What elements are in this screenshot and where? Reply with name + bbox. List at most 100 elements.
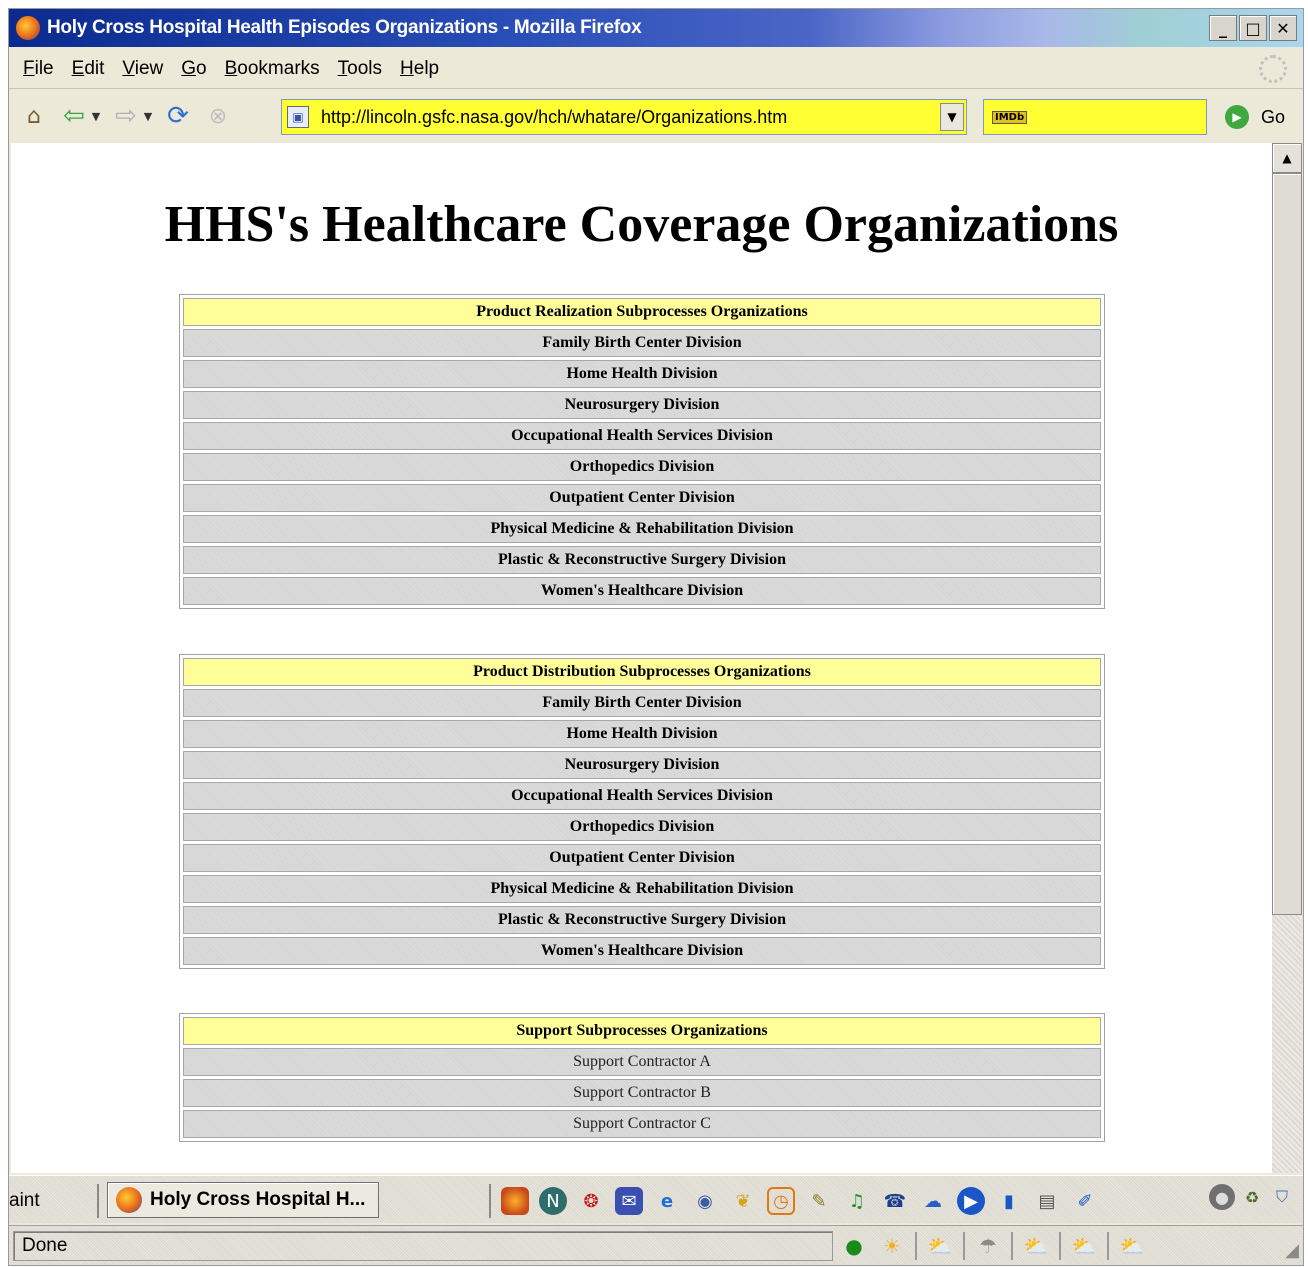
partly-cloudy-weather-icon[interactable]: ⛅ bbox=[1069, 1232, 1099, 1260]
status-bar: Done ● ☀ ⛅ ☂ ⛅ ⛅ ⛅ ◢ bbox=[9, 1225, 1303, 1265]
table-row[interactable]: Neurosurgery Division bbox=[183, 391, 1101, 419]
scroll-thumb[interactable] bbox=[1272, 173, 1302, 915]
forward-icon[interactable]: ⇨ bbox=[111, 101, 141, 131]
table-row[interactable]: Physical Medicine & Rehabilitation Divis… bbox=[183, 875, 1101, 903]
table-header: Support Subprocesses Organizations bbox=[183, 1017, 1101, 1045]
taskbar-button-label: Holy Cross Hospital H... bbox=[150, 1189, 366, 1210]
search-engine-icon[interactable]: IMDb bbox=[992, 110, 1028, 124]
taskbar-firefox-button[interactable]: Holy Cross Hospital H... bbox=[107, 1182, 379, 1218]
navigation-toolbar: ⌂ ⇦ ▼ ⇨ ▼ ⟳ ⊗ ▣ http://lincoln.gsfc.nasa… bbox=[9, 91, 1303, 141]
network-icon[interactable]: ♻ bbox=[1239, 1184, 1265, 1210]
go-button[interactable]: ▶ Go bbox=[1225, 99, 1285, 135]
menu-bookmarks[interactable]: Bookmarks bbox=[225, 58, 320, 80]
partly-cloudy-weather-icon[interactable]: ⛅ bbox=[1021, 1232, 1051, 1260]
product-realization-table: Product Realization Subprocesses Organiz… bbox=[179, 294, 1105, 609]
media-player-icon[interactable]: ▶ bbox=[957, 1187, 985, 1215]
menu-edit[interactable]: Edit bbox=[72, 58, 105, 80]
window-controls: _ □ ✕ bbox=[1209, 15, 1297, 41]
url-text[interactable]: http://lincoln.gsfc.nasa.gov/hch/whatare… bbox=[321, 107, 787, 128]
maximize-button[interactable]: □ bbox=[1239, 15, 1267, 41]
stop-icon[interactable]: ⊗ bbox=[203, 101, 233, 131]
partly-cloudy-weather-icon[interactable]: ⛅ bbox=[1117, 1232, 1147, 1260]
scroll-up-icon[interactable]: ▲ bbox=[1272, 143, 1302, 173]
firefox-icon bbox=[15, 15, 41, 41]
firefox-icon[interactable] bbox=[501, 1187, 529, 1215]
ie-icon[interactable]: e bbox=[653, 1187, 681, 1215]
table-row[interactable]: Physical Medicine & Rehabilitation Divis… bbox=[183, 515, 1101, 543]
table-row[interactable]: Plastic & Reconstructive Surgery Divisio… bbox=[183, 546, 1101, 574]
battery-icon[interactable]: ▮ bbox=[995, 1187, 1023, 1215]
taskbar: aint Holy Cross Hospital H... N ❂ ✉ e ◉ … bbox=[9, 1175, 1303, 1223]
go-icon: ▶ bbox=[1225, 105, 1249, 129]
reload-icon[interactable]: ⟳ bbox=[163, 101, 193, 131]
taskbar-previous-item[interactable]: aint bbox=[9, 1184, 99, 1218]
home-icon[interactable]: ⌂ bbox=[19, 101, 49, 131]
sun-weather-icon[interactable]: ☀ bbox=[877, 1232, 907, 1260]
vertical-scrollbar[interactable]: ▲ bbox=[1272, 143, 1302, 1173]
forward-dropdown-icon[interactable]: ▼ bbox=[141, 110, 155, 123]
quick-launch: N ❂ ✉ e ◉ ❦ ◷ ✎ ♫ ☎ ☁ ▶ ▮ ▤ ✐ bbox=[489, 1184, 1099, 1218]
online-status-icon[interactable]: ● bbox=[839, 1232, 869, 1260]
minimize-button[interactable]: _ bbox=[1209, 15, 1237, 41]
throbber-icon bbox=[1259, 55, 1287, 83]
table-row: Support Contractor B bbox=[183, 1079, 1101, 1107]
edit-icon[interactable]: ✐ bbox=[1071, 1187, 1099, 1215]
partly-cloudy-weather-icon[interactable]: ⛅ bbox=[925, 1232, 955, 1260]
status-icons: ● ☀ ⛅ ☂ ⛅ ⛅ ⛅ bbox=[839, 1231, 1147, 1261]
product-distribution-table: Product Distribution Subprocesses Organi… bbox=[179, 654, 1105, 969]
menu-go[interactable]: Go bbox=[181, 58, 206, 80]
close-button[interactable]: ✕ bbox=[1269, 15, 1297, 41]
support-table: Support Subprocesses Organizations Suppo… bbox=[179, 1013, 1105, 1142]
table-row[interactable]: Outpatient Center Division bbox=[183, 484, 1101, 512]
table-row[interactable]: Women's Healthcare Division bbox=[183, 577, 1101, 605]
title-bar[interactable]: Holy Cross Hospital Health Episodes Orga… bbox=[9, 9, 1303, 47]
back-icon[interactable]: ⇦ bbox=[59, 101, 89, 131]
table-row[interactable]: Neurosurgery Division bbox=[183, 751, 1101, 779]
table-row[interactable]: Outpatient Center Division bbox=[183, 844, 1101, 872]
table-row[interactable]: Home Health Division bbox=[183, 360, 1101, 388]
status-text: Done bbox=[13, 1231, 833, 1261]
mail-icon[interactable]: ✉ bbox=[615, 1187, 643, 1215]
phone-icon[interactable]: ☎ bbox=[881, 1187, 909, 1215]
back-dropdown-icon[interactable]: ▼ bbox=[89, 110, 103, 123]
menu-tools[interactable]: Tools bbox=[338, 58, 382, 80]
url-dropdown-icon[interactable]: ▼ bbox=[940, 103, 964, 131]
music-icon[interactable]: ♫ bbox=[843, 1187, 871, 1215]
window-title: Holy Cross Hospital Health Episodes Orga… bbox=[47, 17, 642, 38]
resize-grip-icon[interactable]: ◢ bbox=[1285, 1240, 1299, 1261]
search-bar[interactable]: IMDb bbox=[983, 99, 1207, 135]
shield-icon[interactable]: ⛉ bbox=[1269, 1184, 1295, 1210]
table-row[interactable]: Occupational Health Services Division bbox=[183, 782, 1101, 810]
table-header: Product Realization Subprocesses Organiz… bbox=[183, 298, 1101, 326]
rain-weather-icon[interactable]: ☂ bbox=[973, 1232, 1003, 1260]
table-row[interactable]: Orthopedics Division bbox=[183, 813, 1101, 841]
pencil-icon[interactable]: ✎ bbox=[805, 1187, 833, 1215]
url-bar[interactable]: ▣ http://lincoln.gsfc.nasa.gov/hch/whata… bbox=[281, 99, 967, 135]
table-row[interactable]: Family Birth Center Division bbox=[183, 689, 1101, 717]
disk-icon[interactable]: ● bbox=[1209, 1184, 1235, 1210]
notepad-icon[interactable]: ▤ bbox=[1033, 1187, 1061, 1215]
menu-file[interactable]: File bbox=[23, 58, 54, 80]
table-row[interactable]: Plastic & Reconstructive Surgery Divisio… bbox=[183, 906, 1101, 934]
clock-icon[interactable]: ◷ bbox=[767, 1187, 795, 1215]
chat-icon[interactable]: ☁ bbox=[919, 1187, 947, 1215]
system-tray: ● ♻ ⛉ bbox=[1209, 1184, 1295, 1210]
go-label: Go bbox=[1261, 106, 1286, 127]
menu-help[interactable]: Help bbox=[400, 58, 439, 80]
table-row[interactable]: Family Birth Center Division bbox=[183, 329, 1101, 357]
table-row[interactable]: Occupational Health Services Division bbox=[183, 422, 1101, 450]
menu-bar: File Edit View Go Bookmarks Tools Help bbox=[9, 49, 1303, 89]
menu-view[interactable]: View bbox=[122, 58, 163, 80]
separator bbox=[915, 1232, 917, 1260]
separator bbox=[1011, 1232, 1013, 1260]
page-title: HHS's Healthcare Coverage Organizations bbox=[164, 196, 1119, 253]
table-row[interactable]: Women's Healthcare Division bbox=[183, 937, 1101, 965]
table-row: Support Contractor A bbox=[183, 1048, 1101, 1076]
separator bbox=[963, 1232, 965, 1260]
book-icon[interactable]: ❦ bbox=[729, 1187, 757, 1215]
table-row[interactable]: Home Health Division bbox=[183, 720, 1101, 748]
outlook-icon[interactable]: ◉ bbox=[691, 1187, 719, 1215]
table-row[interactable]: Orthopedics Division bbox=[183, 453, 1101, 481]
acrobat-icon[interactable]: ❂ bbox=[577, 1187, 605, 1215]
netscape-icon[interactable]: N bbox=[539, 1187, 567, 1215]
